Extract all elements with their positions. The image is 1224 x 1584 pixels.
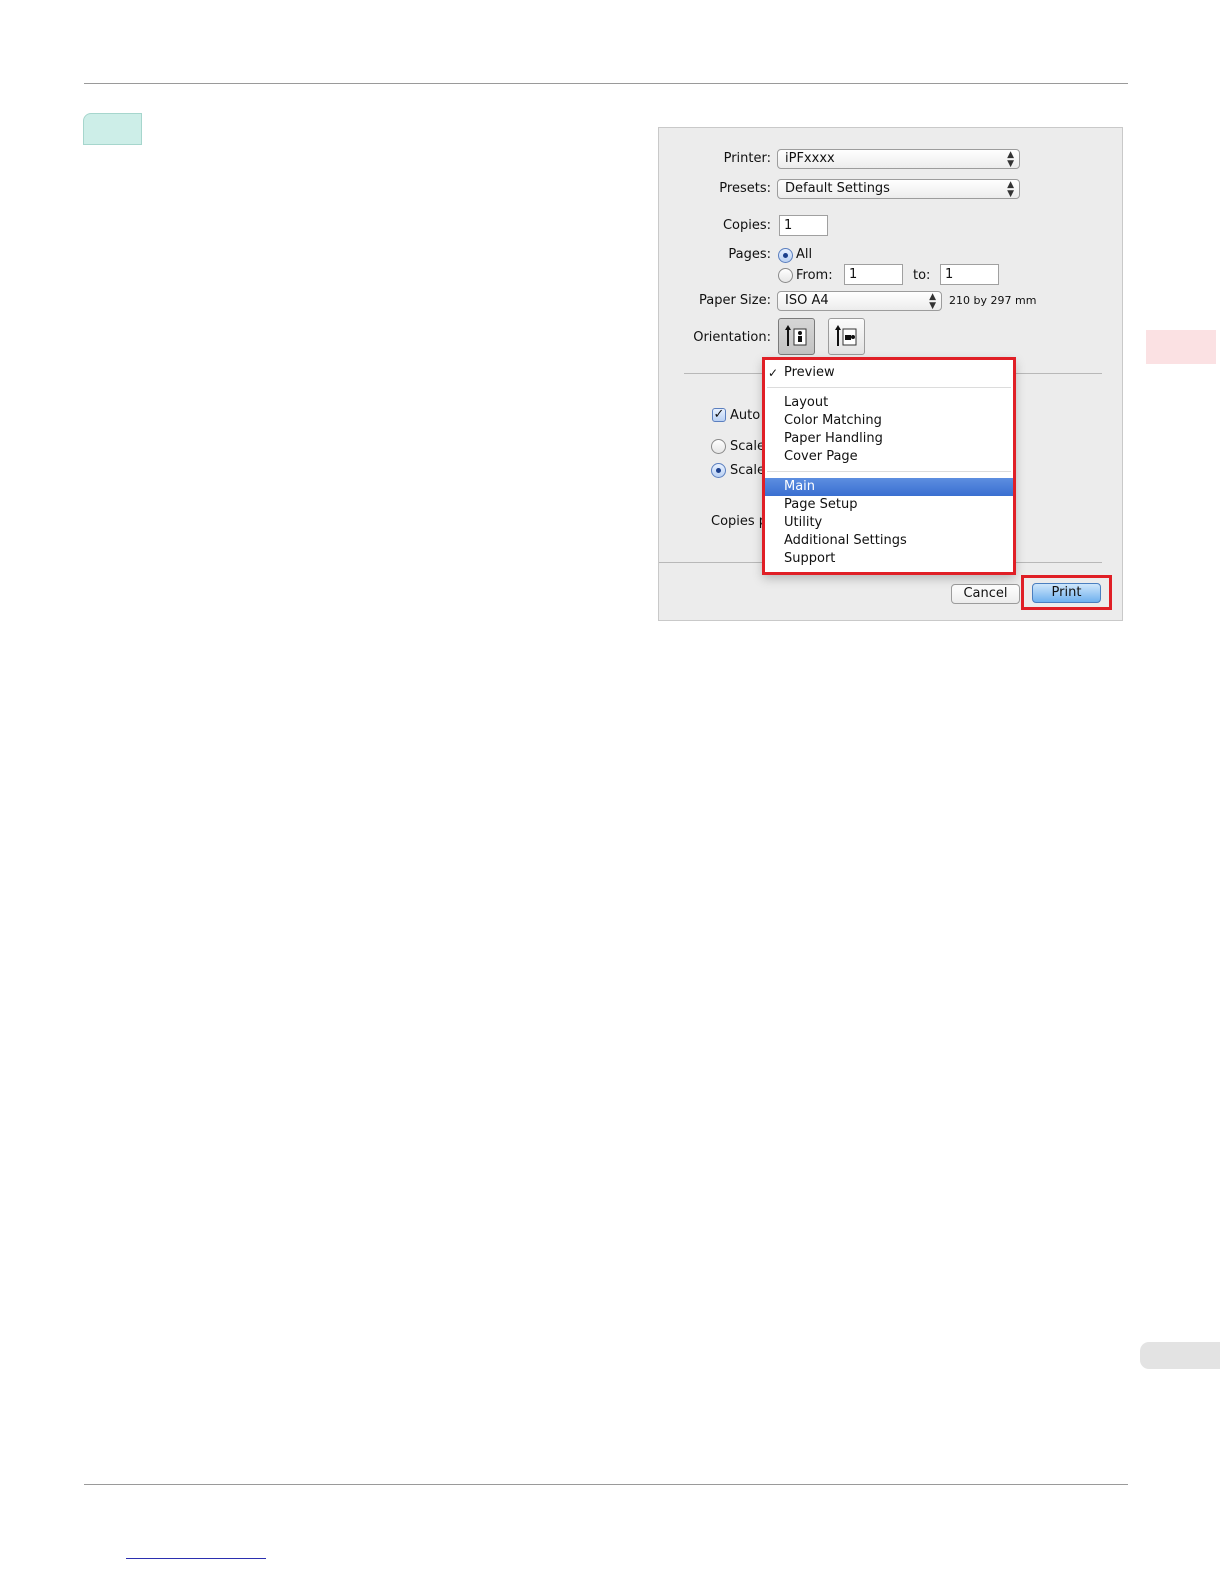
pages-from-label: From: (796, 268, 833, 283)
scale-radio-1[interactable] (711, 439, 726, 454)
pages-from-field[interactable]: 1 (844, 264, 903, 285)
pages-to-label: to: (913, 268, 931, 283)
scale-radio-2[interactable] (711, 463, 726, 478)
landscape-icon (835, 325, 857, 346)
portrait-icon (785, 325, 807, 346)
pages-from-radio[interactable] (778, 268, 793, 283)
copies-field[interactable]: 1 (779, 215, 828, 236)
popup-arrows-icon: ▲ ▼ (929, 292, 936, 311)
footer-link-underline[interactable] (126, 1558, 266, 1559)
paper-size-value: ISO A4 (785, 293, 829, 308)
pages-label: Pages: (728, 247, 771, 262)
printer-label: Printer: (723, 151, 771, 166)
scale-label-2: Scale (730, 463, 765, 478)
index-side-tab (1140, 1342, 1220, 1369)
paper-size-popup[interactable]: ISO A4 ▲ ▼ (777, 291, 942, 311)
auto-checkbox[interactable]: ✓ (712, 408, 726, 422)
paper-dimensions: 210 by 297 mm (949, 294, 1037, 307)
auto-label: Auto (730, 408, 761, 423)
portrait-orientation-button[interactable] (778, 318, 815, 355)
popup-arrows-icon: ▲ ▼ (1007, 180, 1014, 199)
popup-arrows-icon: ▲ ▼ (1007, 150, 1014, 169)
pages-all-label: All (796, 247, 813, 262)
presets-label: Presets: (719, 181, 771, 196)
printer-value: iPFxxxx (785, 151, 835, 166)
presets-value: Default Settings (785, 181, 890, 196)
menu-highlight (762, 357, 1016, 575)
header-rule (84, 83, 1128, 84)
printer-popup[interactable]: iPFxxxx ▲ ▼ (777, 149, 1020, 169)
step-number-tab (83, 113, 142, 145)
copies-per-label: Copies p (711, 514, 768, 529)
orientation-label: Orientation: (693, 330, 771, 345)
landscape-orientation-button[interactable] (828, 318, 865, 355)
cancel-button[interactable]: Cancel (951, 584, 1020, 604)
pages-all-radio[interactable] (778, 248, 793, 263)
paper-size-label: Paper Size: (698, 293, 771, 308)
pages-to-field[interactable]: 1 (940, 264, 999, 285)
chapter-side-tab (1146, 330, 1216, 364)
scale-label-1: Scale (730, 439, 765, 454)
print-button-highlight (1021, 575, 1112, 610)
presets-popup[interactable]: Default Settings ▲ ▼ (777, 179, 1020, 199)
copies-label: Copies: (722, 218, 771, 233)
footer-rule (84, 1484, 1128, 1485)
